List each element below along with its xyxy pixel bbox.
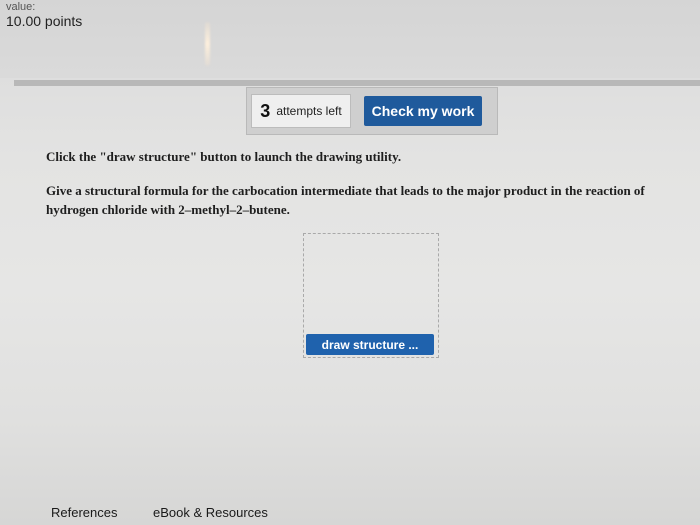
separator-bar	[14, 80, 700, 86]
attempts-indicator: 3 attempts left	[251, 94, 351, 128]
header-band	[0, 0, 700, 78]
references-link[interactable]: References	[51, 505, 117, 520]
attempts-label: attempts left	[276, 104, 342, 118]
check-my-work-button[interactable]: Check my work	[364, 96, 482, 126]
ebook-resources-link[interactable]: eBook & Resources	[153, 505, 268, 520]
draw-structure-button[interactable]: draw structure ...	[306, 334, 434, 355]
question-text: Give a structural formula for the carboc…	[46, 183, 645, 217]
value-label: value:	[6, 1, 36, 13]
attempt-panel: 3 attempts left Check my work	[246, 87, 498, 135]
points-value: 10.00 points	[6, 13, 83, 29]
attempts-count: 3	[260, 100, 271, 121]
screen-glare	[205, 22, 210, 66]
instruction-text: Click the "draw structure" button to lau…	[46, 149, 402, 164]
